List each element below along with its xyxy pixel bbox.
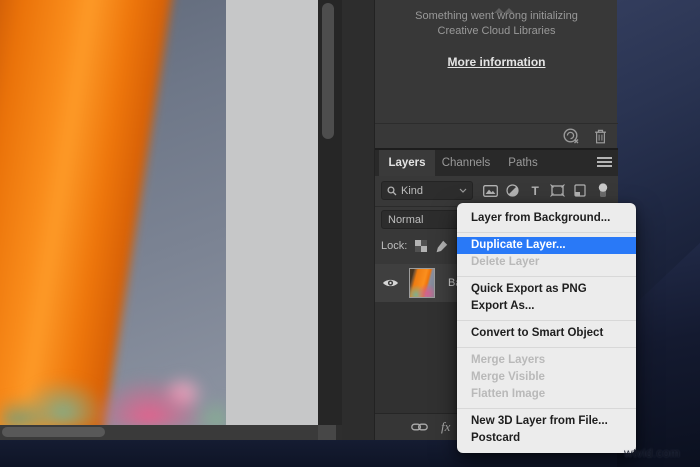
dock-gap — [342, 0, 374, 440]
libraries-error-line2: Creative Cloud Libraries — [437, 25, 556, 37]
libraries-error-message: Something went wrong initializing Creati… — [375, 9, 618, 39]
creative-cloud-error-icon[interactable] — [561, 128, 583, 145]
filter-kind-dropdown[interactable]: Kind — [381, 181, 473, 200]
link-layers-icon[interactable] — [411, 422, 428, 432]
search-icon — [387, 185, 397, 196]
layer-filter-row: Kind T — [375, 181, 618, 202]
menu-item-postcard[interactable]: Postcard — [457, 430, 636, 447]
layer-filter-icons: T — [479, 181, 618, 200]
delete-library-trash-icon[interactable] — [594, 129, 607, 144]
canvas-pasteboard — [226, 0, 318, 425]
fx-icon[interactable]: fx — [441, 419, 450, 435]
pixel-filter-icon[interactable] — [481, 182, 499, 200]
menu-separator — [457, 346, 636, 348]
lock-label: Lock: — [381, 240, 408, 252]
scrollbar-corner — [318, 425, 336, 440]
panel-menu-icon[interactable] — [597, 157, 612, 168]
menu-separator — [457, 231, 636, 233]
tab-channels[interactable]: Channels — [435, 150, 497, 176]
lock-row: Lock: — [381, 237, 448, 255]
libraries-panel: Something went wrong initializing Creati… — [375, 0, 618, 150]
chevron-down-icon — [459, 188, 467, 193]
menu-item-convert-smart-object[interactable]: Convert to Smart Object — [457, 325, 636, 342]
menu-item-layer-from-background[interactable]: Layer from Background... — [457, 210, 636, 227]
menu-item-flatten-image: Flatten Image — [471, 388, 546, 400]
type-filter-icon[interactable]: T — [526, 182, 544, 200]
menu-item-merge-visible: Merge Visible — [471, 371, 545, 383]
panel-tab-bar: Layers Channels Paths — [375, 150, 618, 176]
menu-separator — [457, 275, 636, 277]
layer-context-menu: Layer from Background... Duplicate Layer… — [457, 203, 636, 453]
smart-object-filter-icon[interactable] — [571, 182, 589, 200]
cloud-sync-icon-partial — [493, 0, 515, 13]
more-information-link-wrap: More information — [375, 53, 618, 71]
lock-paint-icon[interactable] — [435, 240, 448, 253]
tab-paths[interactable]: Paths — [497, 150, 549, 176]
horizontal-scrollbar-thumb[interactable] — [2, 427, 105, 437]
libraries-toolbar — [375, 123, 618, 149]
adjustment-filter-icon[interactable] — [504, 182, 522, 200]
layer-thumbnail[interactable] — [409, 268, 435, 298]
menu-item-delete-layer: Delete Layer — [471, 256, 540, 268]
filter-kind-label: Kind — [401, 184, 424, 197]
menu-item-new-3d-layer[interactable]: New 3D Layer from File... — [457, 413, 636, 430]
photo-floral-region — [0, 352, 226, 425]
more-information-link[interactable]: More information — [448, 55, 546, 69]
menu-item-export-as[interactable]: Export As... — [457, 298, 636, 315]
vertical-scrollbar-track[interactable] — [318, 0, 342, 425]
watermark-text: wtvid.com — [624, 446, 681, 460]
shape-filter-icon[interactable] — [549, 182, 567, 200]
menu-separator — [457, 319, 636, 321]
blend-mode-label: Normal — [388, 213, 424, 226]
menu-separator — [457, 407, 636, 409]
tab-layers[interactable]: Layers — [379, 150, 435, 176]
lock-transparency-icon[interactable] — [415, 240, 428, 252]
horizontal-scrollbar-track[interactable] — [0, 425, 318, 440]
canvas-image — [0, 0, 226, 425]
menu-item-duplicate-layer[interactable]: Duplicate Layer... — [457, 237, 636, 254]
photoshop-screenshot: wtvid.com Something went wrong initializ… — [0, 0, 700, 467]
eye-icon[interactable] — [375, 278, 405, 288]
libraries-error-line1: Something went wrong initializing — [415, 10, 578, 22]
filter-toggle-icon[interactable] — [594, 182, 612, 200]
menu-item-quick-export-png[interactable]: Quick Export as PNG — [457, 281, 636, 298]
menu-item-merge-layers: Merge Layers — [471, 354, 546, 366]
vertical-scrollbar-thumb[interactable] — [322, 3, 334, 139]
